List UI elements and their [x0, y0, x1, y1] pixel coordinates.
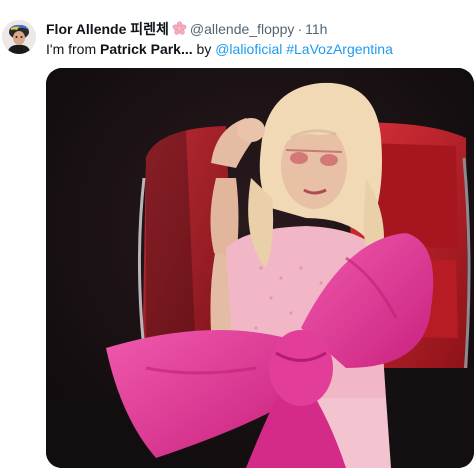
tweet-media[interactable] [46, 68, 474, 468]
avatar-image [2, 20, 36, 54]
tweet: Flor Allende 피렌체 @allende_floppy · 11h I'm… [0, 0, 474, 474]
media-image [46, 68, 474, 468]
user-handle[interactable]: @allende_floppy [190, 21, 295, 37]
tweet-text-intro: I'm from [46, 41, 101, 57]
tweet-text-song: Patrick Park... [100, 41, 193, 57]
cherry-blossom-icon [172, 21, 187, 36]
timestamp[interactable]: 11h [305, 21, 327, 37]
tweet-text-by: by [192, 41, 216, 57]
tweet-header: Flor Allende 피렌체 @allende_floppy · 11h [46, 19, 327, 39]
separator-dot: · [297, 21, 303, 37]
avatar[interactable] [2, 20, 36, 54]
mention-link[interactable]: @lalioficial [215, 41, 282, 57]
tweet-text: I'm from Patrick Park... by @lalioficial… [46, 39, 393, 59]
display-name[interactable]: Flor Allende 피렌체 [46, 21, 169, 37]
hashtag-link[interactable]: #LaVozArgentina [286, 41, 393, 57]
